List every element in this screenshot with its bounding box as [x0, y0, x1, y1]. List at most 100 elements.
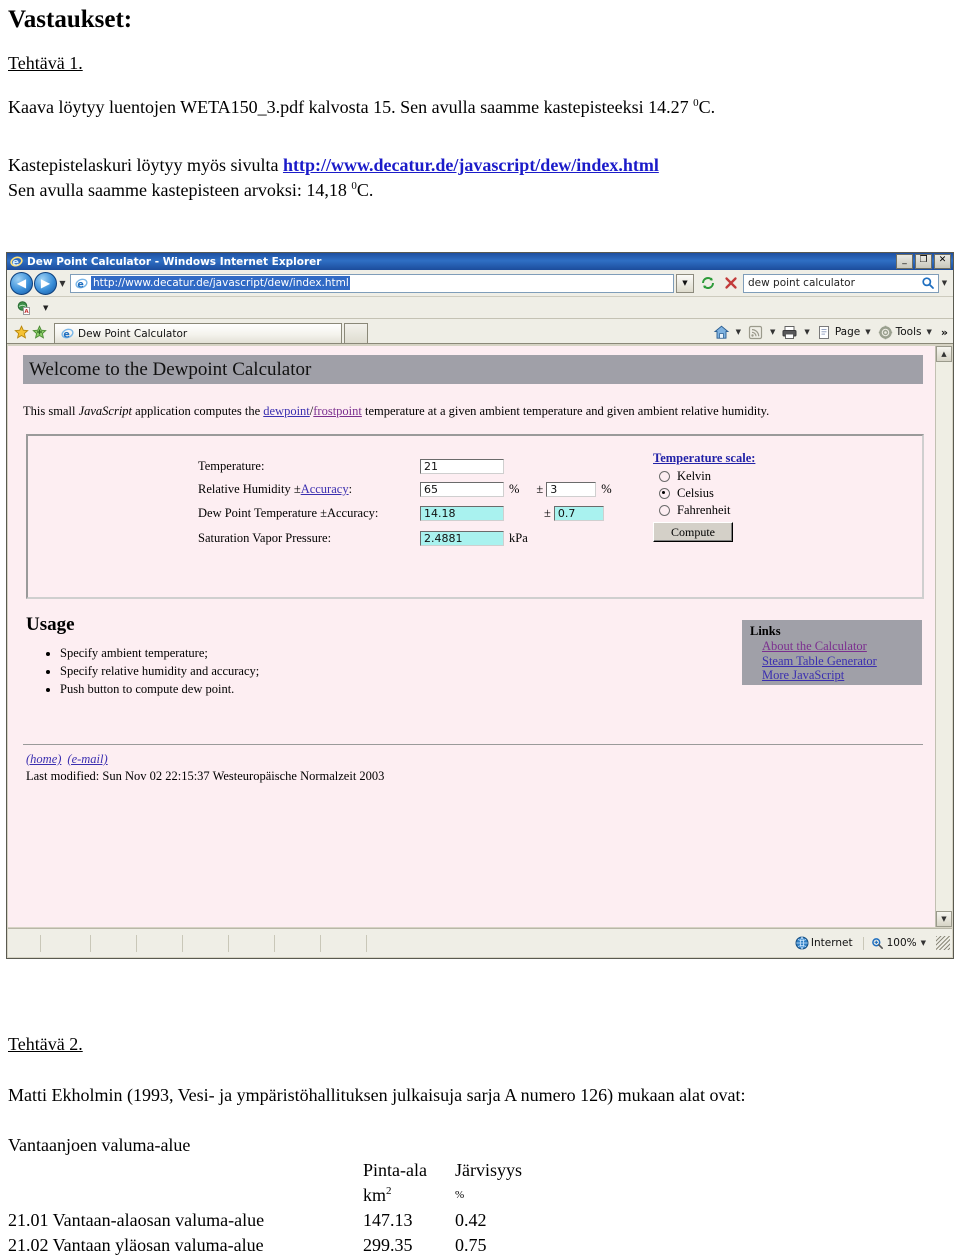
humidity-percent-unit: %: [509, 482, 520, 496]
compute-button[interactable]: Compute: [653, 522, 733, 542]
humidity-accuracy-input[interactable]: 3: [546, 482, 597, 497]
print-icon[interactable]: [780, 323, 799, 342]
table-unit-blank: [8, 1183, 363, 1208]
zoom-icon: [869, 937, 887, 950]
new-tab-button[interactable]: [344, 323, 368, 343]
saturation-unit: kPa: [509, 531, 528, 545]
minimize-button[interactable]: _: [896, 254, 913, 269]
svg-text:e: e: [12, 258, 19, 269]
search-icon[interactable]: [918, 276, 938, 290]
links-box-title: Links: [750, 624, 781, 638]
address-url-text[interactable]: http://www.decatur.de/javascript/dew/ind…: [91, 276, 350, 290]
page-intro-text: This small JavaScript application comput…: [23, 403, 928, 419]
table-unit-area: km2: [363, 1183, 455, 1208]
refresh-icon[interactable]: [697, 273, 718, 294]
command-bar-overflow-icon[interactable]: »: [937, 326, 948, 339]
dewpoint-calculator-page: Welcome to the Dewpoint Calculator This …: [8, 346, 935, 927]
search-query-text[interactable]: dew point calculator: [744, 277, 918, 289]
home-icon[interactable]: [712, 323, 731, 342]
dewpoint-output[interactable]: 14.18: [420, 506, 504, 521]
link-steam-table-generator[interactable]: Steam Table Generator: [762, 654, 922, 669]
humidity-row: Relative Humidity ±Accuracy: 65 % ± 3 %: [198, 482, 612, 497]
addon-toolbar: A ▼: [7, 297, 953, 319]
dewpoint-row: Dew Point Temperature ±Accuracy: 14.18 ±…: [198, 506, 604, 521]
page-vertical-scrollbar[interactable]: ▲ ▼: [935, 346, 952, 927]
saturation-label: Saturation Vapor Pressure:: [198, 531, 332, 545]
pdf-converter-icon[interactable]: A: [13, 297, 34, 318]
scroll-down-button[interactable]: ▼: [936, 911, 952, 927]
temperature-input[interactable]: 21: [420, 459, 504, 474]
page-menu-label[interactable]: Page: [835, 326, 860, 338]
task-2-subtitle: Vantaanjoen valuma-alue: [8, 1135, 191, 1155]
javascript-emphasis: JavaScript: [78, 404, 133, 418]
scroll-up-button[interactable]: ▲: [936, 346, 952, 362]
humidity-label-b: :: [348, 482, 353, 496]
tools-menu-label[interactable]: Tools: [896, 326, 922, 338]
add-to-favorites-icon[interactable]: [30, 321, 48, 343]
unit-km: km: [363, 1185, 387, 1205]
address-dropdown-button[interactable]: ▼: [676, 273, 694, 293]
link-about-the-calculator[interactable]: About the Calculator: [762, 639, 922, 654]
zoom-dropdown-caret[interactable]: ▼: [917, 939, 930, 947]
humidity-label-a: Relative Humidity ±: [198, 482, 301, 496]
task1-line3-suffix: C.: [356, 180, 374, 200]
radio-fahrenheit-icon[interactable]: [659, 505, 670, 516]
stop-icon[interactable]: [720, 273, 741, 294]
last-modified-text: Last modified: Sun Nov 02 22:15:37 Weste…: [26, 769, 385, 783]
search-dropdown-caret[interactable]: ▼: [939, 279, 950, 287]
humidity-input[interactable]: 65: [420, 482, 504, 497]
temperature-scale-title[interactable]: Temperature scale:: [653, 451, 755, 466]
scale-option-kelvin[interactable]: Kelvin: [659, 469, 755, 484]
address-input[interactable]: e http://www.decatur.de/javascript/dew/i…: [70, 273, 674, 293]
link-more-javascript[interactable]: More JavaScript: [762, 668, 922, 683]
temperature-label: Temperature:: [198, 459, 265, 473]
dewpoint-link[interactable]: dewpoint: [263, 404, 310, 418]
list-item: Specify relative humidity and accuracy;: [60, 662, 259, 680]
row-lake: 0.75: [455, 1235, 487, 1255]
history-dropdown-caret[interactable]: ▼: [57, 279, 68, 288]
email-link[interactable]: (e-mail): [67, 752, 107, 766]
row-name: 21.02 Vantaan yläosan valuma-alue: [8, 1235, 264, 1255]
table-row: 21.02 Vantaan yläosan valuma-alue 299.35…: [8, 1233, 547, 1258]
page-title: Vastaukset:: [8, 6, 133, 33]
scale-option-fahrenheit[interactable]: Fahrenheit: [659, 503, 755, 518]
addon-dropdown-caret[interactable]: ▼: [43, 304, 48, 312]
dewpoint-calculator-link[interactable]: http://www.decatur.de/javascript/dew/ind…: [283, 155, 659, 175]
radio-celsius-icon[interactable]: [659, 488, 670, 499]
saturation-row: Saturation Vapor Pressure: 2.4881 kPa: [198, 531, 528, 546]
browser-tab[interactable]: e Dew Point Calculator: [54, 323, 342, 343]
security-zone-indicator[interactable]: Internet 100% ▼: [793, 936, 952, 950]
usage-list: Specify ambient temperature; Specify rel…: [42, 644, 259, 698]
svg-text:A: A: [24, 309, 29, 315]
resize-grip-icon[interactable]: [936, 936, 950, 950]
tab-title: Dew Point Calculator: [78, 327, 188, 340]
address-bar: ◀ ▶ ▼ e http://www.decatur.de/javascript…: [7, 270, 953, 297]
window-titlebar: e Dew Point Calculator - Windows Interne…: [7, 253, 953, 270]
scale-option-celsius[interactable]: Celsius: [659, 486, 755, 501]
humidity-label: Relative Humidity ±Accuracy:: [198, 482, 420, 497]
task-1-paragraph-1: Kaava löytyy luentojen WETA150_3.pdf kal…: [8, 95, 948, 120]
radio-kelvin-icon[interactable]: [659, 471, 670, 482]
accuracy-link[interactable]: Accuracy: [301, 482, 349, 496]
home-link[interactable]: (home): [26, 752, 61, 766]
tools-gear-icon[interactable]: [876, 323, 895, 342]
page-dropdown-caret[interactable]: ▼: [861, 328, 874, 336]
maximize-button[interactable]: ❐: [915, 254, 932, 269]
footer-links: (home) (e-mail): [26, 751, 384, 768]
page-menu-icon[interactable]: [815, 323, 834, 342]
favorites-center-icon[interactable]: [12, 321, 30, 343]
search-input[interactable]: dew point calculator: [743, 273, 939, 293]
forward-button[interactable]: ▶: [34, 271, 57, 295]
home-dropdown-caret[interactable]: ▼: [732, 328, 745, 336]
back-button[interactable]: ◀: [10, 271, 33, 295]
print-dropdown-caret[interactable]: ▼: [800, 328, 813, 336]
internet-zone-globe-icon: [793, 936, 811, 950]
scroll-track[interactable]: [936, 362, 952, 911]
dewpoint-accuracy-output[interactable]: 0.7: [553, 506, 604, 521]
tools-dropdown-caret[interactable]: ▼: [923, 328, 936, 336]
task1-line3-text: Sen avulla saamme kastepisteen arvoksi: …: [8, 180, 352, 200]
frostpoint-link[interactable]: frostpoint: [313, 404, 362, 418]
zoom-control[interactable]: 100% ▼: [862, 936, 930, 950]
close-button[interactable]: ✕: [934, 254, 951, 269]
saturation-output[interactable]: 2.4881: [420, 531, 504, 546]
